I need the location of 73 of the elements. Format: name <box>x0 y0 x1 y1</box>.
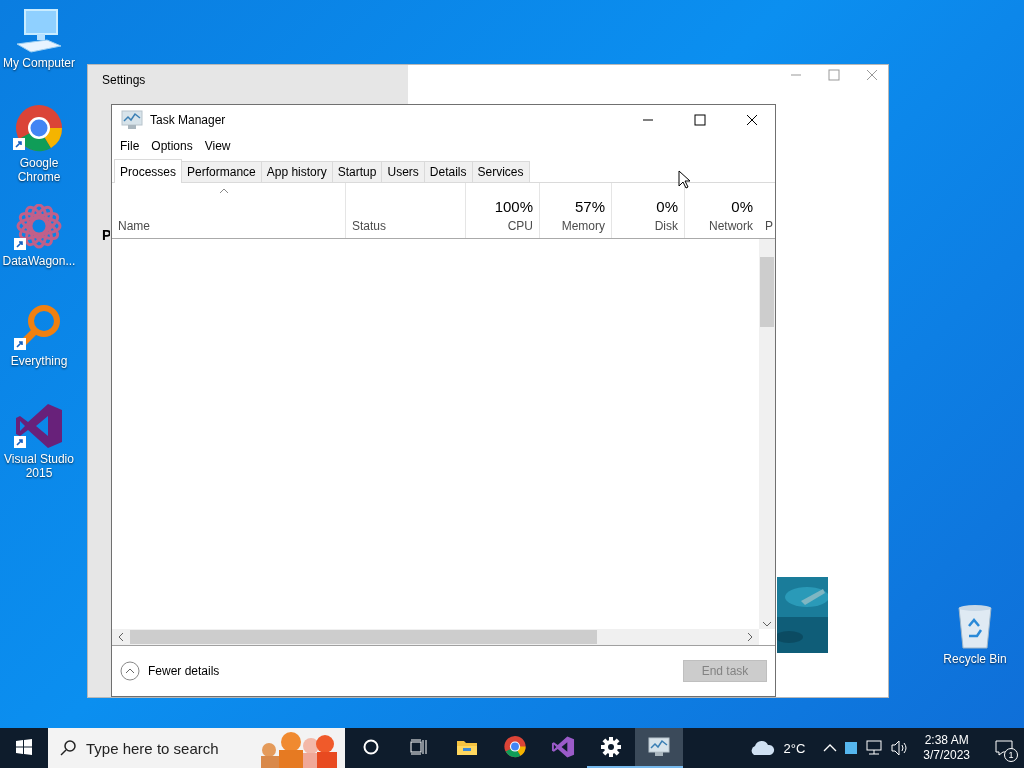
desktop-icon-label[interactable]: Visual Studio 2015 <box>0 452 79 480</box>
chrome-icon <box>13 104 65 154</box>
flower-icon <box>14 204 64 252</box>
column-reading: 0% <box>731 198 753 215</box>
tab[interactable]: App history <box>260 161 333 182</box>
column-reading: 0% <box>656 198 678 215</box>
menu-item[interactable]: File <box>114 139 146 153</box>
column-label: P <box>765 219 773 233</box>
notification-icon[interactable] <box>995 740 1013 756</box>
tab[interactable]: Users <box>381 161 425 182</box>
task-view-icon <box>410 739 428 755</box>
column-reading: 100% <box>494 198 533 215</box>
circle-icon <box>363 739 379 755</box>
desktop-icon-label[interactable]: Everything <box>10 354 68 368</box>
vertical-scrollbar[interactable] <box>759 239 775 629</box>
column-header[interactable]: Name <box>112 183 346 238</box>
square-icon[interactable] <box>845 742 858 754</box>
monitor-chart-icon <box>647 736 671 758</box>
collapse-icon <box>120 661 140 681</box>
tab[interactable]: Startup <box>331 161 383 182</box>
notification-count: 1 <box>1004 748 1018 762</box>
visual-studio-icon <box>14 402 64 450</box>
tab[interactable]: Details <box>423 161 473 182</box>
menu-item[interactable]: Options <box>145 139 199 153</box>
scroll-thumb[interactable] <box>760 257 774 327</box>
network-icon[interactable] <box>865 740 884 756</box>
search-field[interactable]: Type here to search <box>48 728 345 768</box>
desktop-icon-label[interactable]: DataWagon... <box>2 254 76 268</box>
sort-caret-icon <box>219 188 229 194</box>
column-label: Status <box>352 219 387 233</box>
column-header[interactable]: 100% CPU <box>466 183 540 238</box>
tab[interactable]: Processes <box>114 159 183 183</box>
tab[interactable]: Performance <box>181 161 262 182</box>
caret-up-icon[interactable] <box>823 743 838 753</box>
column-label: Memory <box>561 219 605 233</box>
menu-item[interactable]: View <box>198 139 237 153</box>
column-header[interactable]: 57% Memory <box>540 183 612 238</box>
taskbar-button[interactable] <box>635 728 683 768</box>
cloud-icon <box>749 740 776 756</box>
column-label: Disk <box>654 219 678 233</box>
weather-temperature[interactable]: 2°C <box>783 740 806 756</box>
column-label: Network <box>709 219 753 233</box>
close-icon <box>746 114 758 126</box>
scroll-thumb[interactable] <box>130 630 597 644</box>
window-title: Task Manager <box>150 113 227 127</box>
column-reading: 57% <box>574 198 605 215</box>
clock-date[interactable]: 3/7/2023 <box>923 748 970 763</box>
visual-studio-icon <box>551 735 575 759</box>
desktop-icon-label[interactable]: My Computer <box>3 56 75 70</box>
window-title: Settings <box>102 73 147 87</box>
chrome-icon <box>503 735 527 759</box>
close-icon[interactable] <box>866 69 878 81</box>
gear-icon <box>601 737 621 757</box>
search-icon <box>60 740 76 756</box>
desktop-icon-label[interactable]: Google Chrome <box>0 156 79 184</box>
clock-time[interactable]: 2:38 AM <box>924 733 969 748</box>
monitor-chart-icon <box>120 109 144 131</box>
column-header[interactable]: Status <box>346 183 466 238</box>
horizontal-scrollbar[interactable] <box>112 629 759 645</box>
column-label: Name <box>118 219 150 233</box>
column-header[interactable]: 0% Network <box>685 183 759 238</box>
speaker-icon[interactable] <box>891 740 910 756</box>
sidebar-heading: P <box>102 227 110 243</box>
mouse-pointer-icon <box>678 170 690 189</box>
search-placeholder: Type here to search <box>86 739 219 757</box>
tab[interactable]: Services <box>471 161 530 182</box>
maximize-icon <box>694 114 706 126</box>
fewer-details-button[interactable]: Fewer details <box>120 661 220 681</box>
column-header[interactable]: P <box>759 183 777 238</box>
folder-icon <box>456 738 478 756</box>
desktop-icon-label[interactable]: Recycle Bin <box>943 652 1007 666</box>
column-label: CPU <box>507 219 533 233</box>
windows-logo-icon <box>16 739 32 755</box>
